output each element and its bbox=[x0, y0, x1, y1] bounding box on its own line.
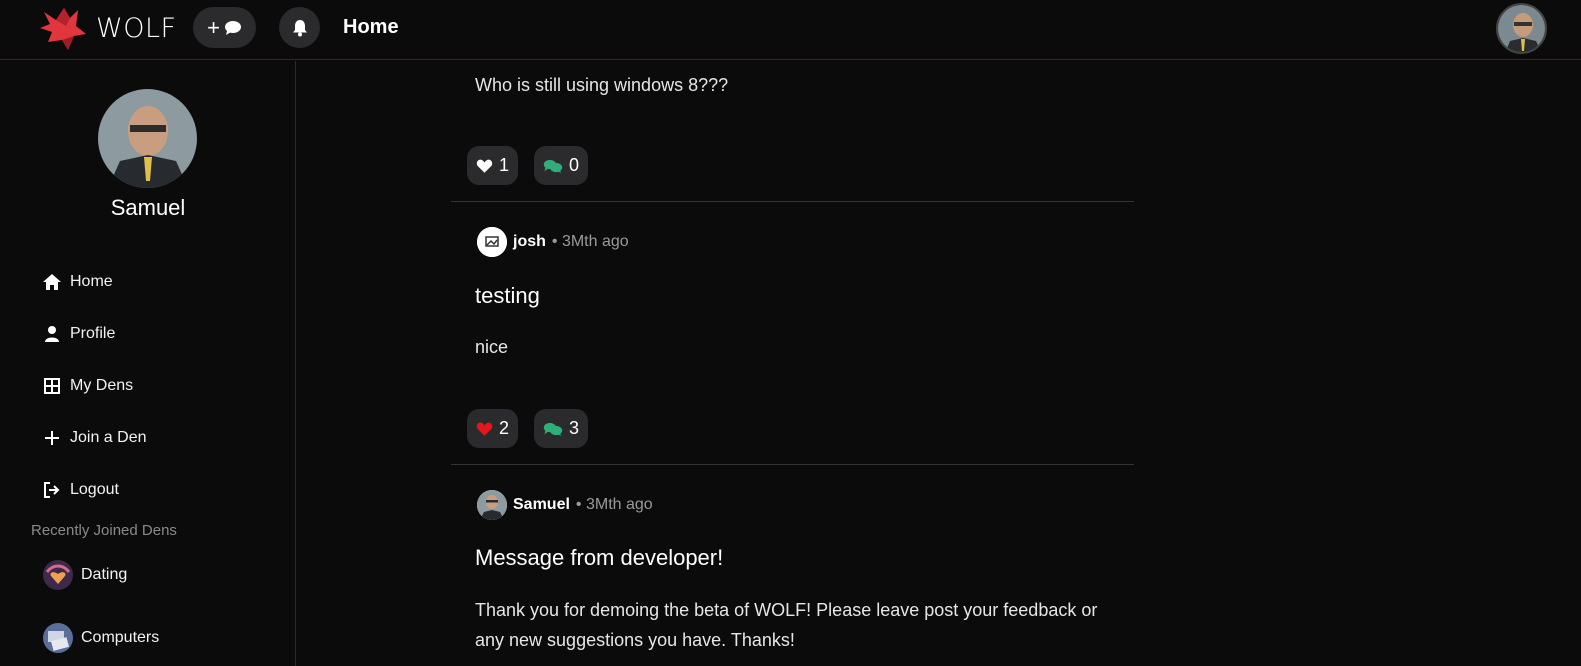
avatar-image bbox=[98, 89, 197, 188]
top-bar: WOLF + Home bbox=[0, 0, 1581, 60]
post-divider bbox=[451, 201, 1134, 202]
user-avatar[interactable] bbox=[1496, 3, 1547, 54]
page-title: Home bbox=[343, 16, 399, 38]
user-icon bbox=[45, 326, 59, 342]
like-count: 2 bbox=[498, 418, 509, 438]
comments-icon bbox=[543, 422, 563, 436]
den-item-dating[interactable]: Dating bbox=[43, 560, 127, 590]
grid-icon bbox=[44, 378, 60, 394]
plus-icon bbox=[45, 431, 59, 445]
plus-icon: + bbox=[207, 14, 220, 40]
avatar-image bbox=[1498, 5, 1545, 52]
chat-bubble-icon bbox=[224, 20, 241, 35]
computers-den-icon bbox=[43, 623, 73, 653]
profile-name: Samuel bbox=[110, 195, 186, 220]
logo[interactable]: WOLF bbox=[38, 4, 177, 52]
logo-text: WOLF bbox=[96, 12, 177, 44]
nav-label: Join a Den bbox=[70, 429, 147, 446]
comment-count: 3 bbox=[568, 418, 579, 438]
post-title[interactable]: Message from developer! bbox=[475, 545, 723, 571]
author-avatar bbox=[477, 227, 507, 257]
post-time: • 3Mth ago bbox=[551, 233, 629, 250]
heart-outline-icon bbox=[476, 159, 493, 173]
author-name[interactable]: Samuel bbox=[513, 496, 570, 514]
den-item-computers[interactable]: Computers bbox=[43, 623, 159, 653]
heart-filled-icon bbox=[476, 422, 493, 436]
nav-item-my-dens[interactable]: My Dens bbox=[42, 376, 133, 396]
comment-count: 0 bbox=[568, 155, 579, 175]
den-label: Dating bbox=[81, 566, 128, 583]
notifications-button[interactable] bbox=[279, 7, 320, 48]
post-title[interactable]: testing bbox=[475, 283, 540, 309]
comment-button[interactable]: 3 bbox=[534, 409, 588, 448]
nav-item-logout[interactable]: Logout bbox=[42, 480, 119, 500]
author-name[interactable]: josh bbox=[513, 233, 546, 251]
logout-icon bbox=[44, 482, 60, 498]
author-avatar bbox=[477, 490, 507, 520]
post-body: Who is still using windows 8??? bbox=[475, 75, 729, 95]
nav-item-join-den[interactable]: Join a Den bbox=[42, 428, 147, 448]
home-icon bbox=[43, 274, 61, 290]
post-body: Thank you for demoing the beta of WOLF! … bbox=[475, 600, 1098, 650]
recent-dens-heading: Recently Joined Dens bbox=[31, 522, 177, 539]
nav-item-profile[interactable]: Profile bbox=[42, 324, 115, 344]
sidebar: Samuel Home Profile My Dens Join a Den L… bbox=[0, 61, 296, 666]
post-body: nice bbox=[475, 337, 509, 357]
bell-icon bbox=[292, 19, 307, 36]
like-button[interactable]: 2 bbox=[467, 409, 518, 448]
dating-den-icon bbox=[43, 560, 73, 590]
new-post-button[interactable]: + bbox=[193, 7, 256, 48]
like-button[interactable]: 1 bbox=[467, 146, 518, 185]
den-label: Computers bbox=[81, 629, 160, 646]
nav-label: My Dens bbox=[70, 377, 134, 394]
wolf-logo-icon bbox=[40, 8, 86, 50]
like-count: 1 bbox=[498, 155, 509, 175]
comment-button[interactable]: 0 bbox=[534, 146, 588, 185]
nav-item-home[interactable]: Home bbox=[42, 272, 113, 292]
nav-label: Profile bbox=[70, 325, 116, 342]
profile-avatar[interactable] bbox=[98, 89, 197, 188]
nav-label: Logout bbox=[70, 481, 119, 498]
post-time: • 3Mth ago bbox=[575, 496, 653, 513]
post-author[interactable]: Samuel • 3Mth ago bbox=[477, 490, 653, 520]
post-divider bbox=[451, 464, 1134, 465]
nav-label: Home bbox=[70, 273, 113, 290]
post-author[interactable]: josh • 3Mth ago bbox=[477, 227, 629, 257]
comments-icon bbox=[543, 159, 563, 173]
